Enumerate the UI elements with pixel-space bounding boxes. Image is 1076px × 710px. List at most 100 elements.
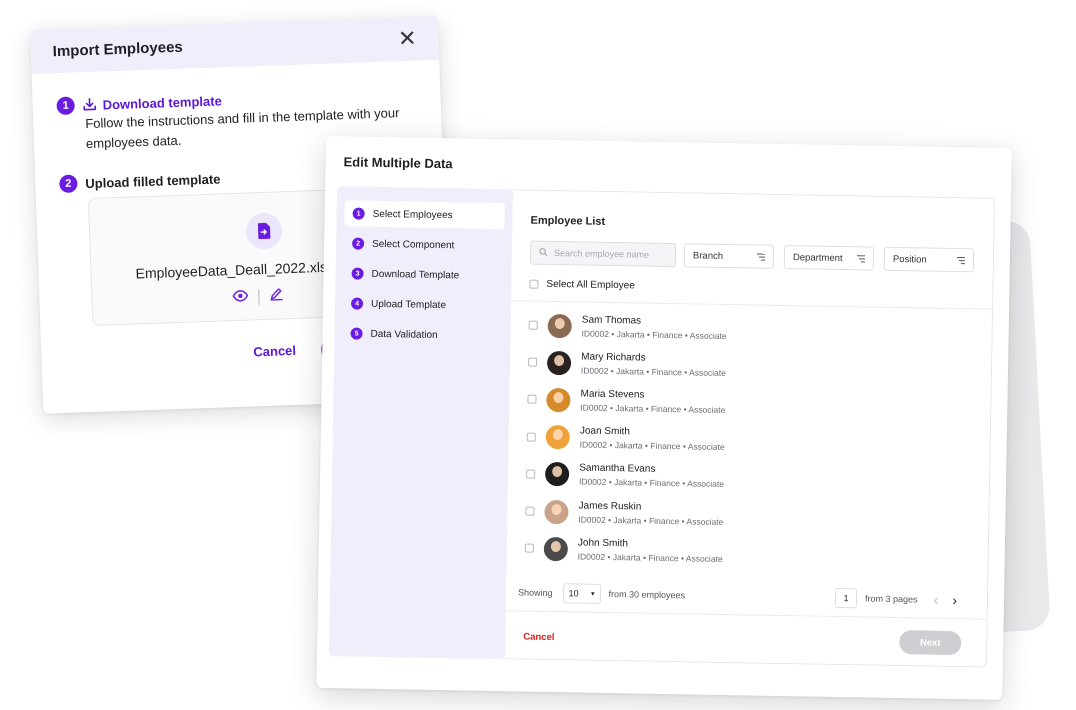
page-size-select[interactable]: 10 ▾ [562, 583, 601, 604]
step-label: Data Validation [370, 328, 438, 341]
filter-label: Branch [692, 249, 724, 262]
edit-cancel-button[interactable]: Cancel [523, 632, 554, 644]
step-label: Upload Template [370, 298, 447, 311]
filter-icon [757, 253, 766, 261]
row-checkbox[interactable] [527, 395, 537, 405]
chevron-left-icon[interactable]: ‹ [933, 592, 938, 608]
employee-info: James Ruskin ID0002 • Jakarta • Finance … [578, 500, 723, 527]
step-label: Download Template [371, 268, 460, 281]
uploaded-file-name: EmployeeData_Deall_2022.xlsx [135, 258, 335, 282]
table-row[interactable]: John Smith ID0002 • Jakarta • Finance • … [524, 530, 966, 575]
page-size-value: 10 [568, 588, 579, 599]
upload-template-label: Upload filled template [85, 170, 221, 191]
step-number-badge: 1 [352, 207, 365, 220]
filter-icon [856, 254, 866, 262]
avatar [547, 313, 572, 338]
step-upload-template[interactable]: 4 Upload Template [343, 290, 503, 319]
step-select-employees[interactable]: 1 Select Employees [344, 200, 505, 230]
step-number-badge: 1 [56, 96, 75, 116]
step-select-component[interactable]: 2 Select Component [344, 230, 504, 259]
avatar [544, 499, 569, 524]
employee-info: Maria Stevens ID0002 • Jakarta • Finance… [580, 388, 725, 415]
employee-meta: ID0002 • Jakarta • Finance • Associate [577, 551, 723, 564]
row-checkbox[interactable] [528, 357, 538, 367]
employee-name: Joan Smith [579, 425, 631, 438]
download-icon [82, 98, 97, 112]
filter-icon [956, 256, 965, 264]
avatar [545, 425, 570, 450]
import-dialog-title: Import Employees [52, 38, 184, 60]
chevron-right-icon[interactable]: › [952, 592, 957, 608]
step-download-template[interactable]: 3 Download Template [343, 260, 503, 289]
total-pages-label: from 3 pages [865, 593, 918, 605]
row-checkbox[interactable] [528, 320, 538, 330]
step-number-badge: 5 [350, 327, 363, 340]
department-filter[interactable]: Department [783, 245, 875, 271]
avatar [543, 536, 569, 562]
chevron-down-icon: ▾ [590, 590, 595, 598]
filter-label: Position [892, 253, 927, 266]
employee-name: James Ruskin [578, 499, 642, 513]
employee-meta: ID0002 • Jakarta • Finance • Associate [580, 402, 726, 415]
employee-meta: ID0002 • Jakarta • Finance • Associate [579, 439, 725, 453]
select-all-checkbox[interactable] [529, 279, 539, 289]
avatar [546, 350, 572, 376]
filter-label: Department [792, 251, 843, 264]
close-icon[interactable]: ✕ [398, 26, 417, 52]
row-checkbox[interactable] [524, 543, 534, 553]
avatar [546, 387, 571, 413]
employee-name: Maria Stevens [580, 388, 645, 401]
row-checkbox[interactable] [526, 432, 536, 442]
step-data-validation[interactable]: 5 Data Validation [342, 320, 502, 349]
employee-list-title: Employee List [530, 214, 606, 228]
step-number-badge: 3 [351, 267, 364, 280]
eye-icon[interactable] [232, 288, 249, 307]
avatar [544, 462, 570, 487]
employee-list-panel: Employee List Search employee name Branc… [504, 189, 996, 668]
employee-info: John Smith ID0002 • Jakarta • Finance • … [578, 537, 723, 564]
employee-name: John Smith [577, 537, 629, 550]
employee-info: Sam Thomas ID0002 • Jakarta • Finance • … [582, 314, 727, 341]
edit-icon[interactable] [269, 286, 284, 305]
employee-meta: ID0002 • Jakarta • Finance • Associate [578, 476, 725, 490]
row-checkbox[interactable] [526, 469, 536, 479]
search-placeholder: Search employee name [553, 247, 650, 260]
search-input[interactable]: Search employee name [529, 240, 677, 268]
employee-info: Samantha Evans ID0002 • Jakarta • Financ… [579, 463, 724, 490]
file-actions [232, 286, 284, 307]
import-dialog-header: Import Employees ✕ [30, 15, 440, 74]
import-step-2: 2 Upload filled template [59, 169, 221, 194]
step-label: Select Component [372, 238, 455, 251]
employee-meta: ID0002 • Jakarta • Finance • Associate [581, 328, 727, 341]
import-cancel-button[interactable]: Cancel [253, 343, 296, 359]
row-checkbox[interactable] [525, 506, 535, 516]
step-label: Select Employees [372, 208, 453, 221]
edit-multiple-data-dialog: Edit Multiple Data 1 Select Employees 2 … [316, 136, 1012, 700]
employee-name: Mary Richards [581, 351, 646, 364]
employee-rows: Sam Thomas ID0002 • Jakarta • Finance • … [524, 307, 969, 575]
employee-meta: ID0002 • Jakarta • Finance • Associate [578, 513, 724, 527]
branch-filter[interactable]: Branch [683, 243, 775, 269]
pagination-bar: Showing 10 ▾ from 30 employees 1 from 3 … [518, 582, 978, 610]
employee-name: Sam Thomas [581, 314, 642, 327]
position-filter[interactable]: Position [883, 246, 975, 273]
divider [258, 288, 260, 305]
page-number-input[interactable]: 1 [834, 587, 858, 609]
employee-info: Mary Richards ID0002 • Jakarta • Finance… [581, 351, 726, 378]
employee-meta: ID0002 • Jakarta • Finance • Associate [580, 365, 727, 378]
employee-name: Samantha Evans [579, 462, 656, 476]
step-number-badge: 2 [352, 237, 365, 250]
edit-dialog-title: Edit Multiple Data [343, 154, 453, 172]
divider [505, 610, 988, 620]
select-all-row: Select All Employee [529, 278, 635, 292]
showing-label: Showing [517, 587, 553, 599]
steps-sidebar: 1 Select Employees 2 Select Component 3 … [328, 186, 514, 660]
stage: Import Employees ✕ 1 Download template F… [0, 0, 1076, 710]
step-number-badge: 4 [350, 297, 364, 310]
file-icon [245, 212, 283, 250]
select-all-label: Select All Employee [546, 278, 635, 292]
step-number-badge: 2 [59, 174, 78, 194]
total-employees-label: from 30 employees [608, 589, 686, 601]
search-icon [539, 247, 548, 258]
next-button[interactable]: Next [899, 630, 962, 656]
